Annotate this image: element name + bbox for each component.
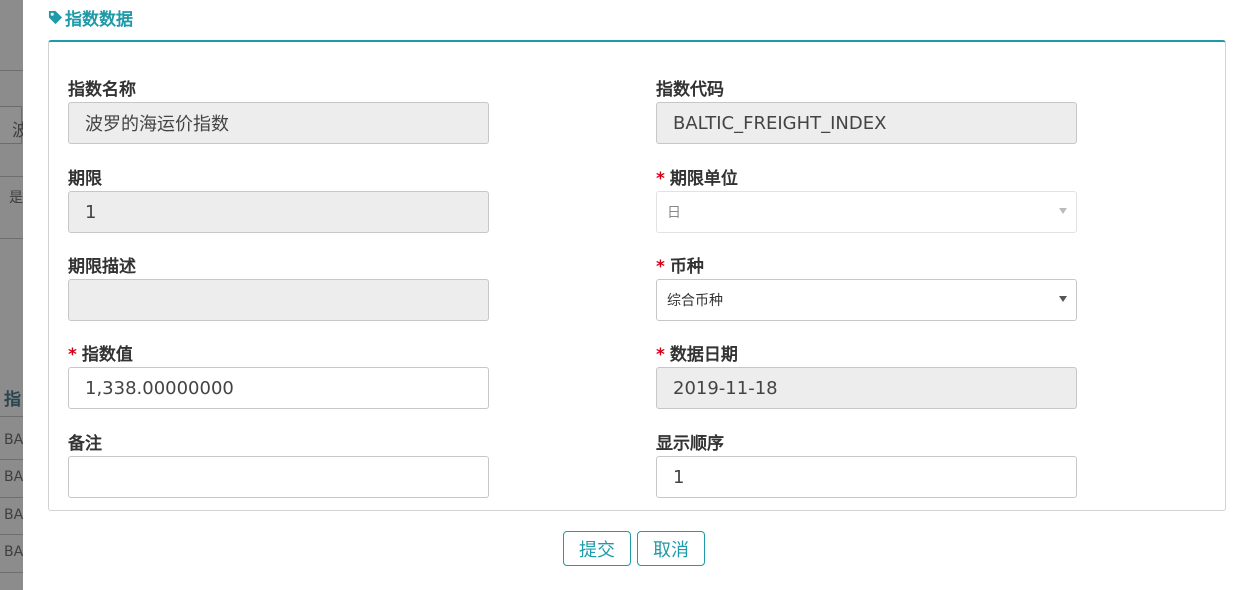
display-order-label: 显示顺序 [656, 434, 724, 454]
background-divider [0, 534, 24, 535]
required-marker: * [656, 345, 665, 365]
term-desc-input[interactable] [68, 279, 489, 321]
term-unit-value: 日 [667, 205, 681, 221]
modal-title: 指数数据 [48, 5, 133, 30]
chevron-down-icon [1059, 208, 1067, 214]
submit-button[interactable]: 提交 [563, 531, 631, 566]
tag-icon [48, 10, 63, 25]
index-value-label: * 指数值 [68, 345, 133, 365]
background-input: 波 [0, 106, 29, 144]
background-list-item: BA [4, 544, 24, 560]
required-marker: * [656, 257, 665, 277]
term-label: 期限 [68, 169, 102, 189]
background-row-text: 是 [9, 190, 23, 206]
required-marker: * [656, 169, 665, 189]
background-page: 波 是 指 BA BA BA BA [0, 0, 29, 590]
chevron-down-icon [1059, 296, 1067, 302]
data-date-input[interactable]: 2019-11-18 [656, 367, 1077, 409]
index-data-modal: 指数数据 指数名称 波罗的海运价指数 指数代码 BALTIC_FREIGHT_I… [23, 0, 1244, 590]
required-marker: * [68, 345, 77, 365]
background-divider [0, 416, 24, 417]
cancel-button[interactable]: 取消 [637, 531, 705, 566]
background-divider [0, 70, 24, 71]
index-name-label: 指数名称 [68, 80, 136, 100]
background-list-item: BA [4, 469, 24, 485]
remark-label: 备注 [68, 434, 102, 454]
form-panel: 指数名称 波罗的海运价指数 指数代码 BALTIC_FREIGHT_INDEX … [48, 40, 1226, 511]
background-list-item: BA [4, 507, 24, 523]
index-code-input[interactable]: BALTIC_FREIGHT_INDEX [656, 102, 1077, 144]
remark-input[interactable] [68, 456, 489, 498]
term-input[interactable]: 1 [68, 191, 489, 233]
background-divider [0, 238, 24, 239]
currency-value: 综合币种 [667, 293, 723, 309]
index-code-label: 指数代码 [656, 80, 724, 100]
background-divider [0, 497, 24, 498]
term-desc-label: 期限描述 [68, 257, 136, 277]
background-list-item: BA [4, 432, 24, 448]
background-divider [0, 572, 24, 573]
currency-label: * 币种 [656, 257, 704, 277]
background-section-heading: 指 [4, 390, 21, 410]
index-name-input[interactable]: 波罗的海运价指数 [68, 102, 489, 144]
data-date-label: * 数据日期 [656, 345, 738, 365]
currency-select[interactable]: 综合币种 [656, 279, 1077, 321]
index-value-input[interactable]: 1,338.00000000 [68, 367, 489, 409]
modal-title-text: 指数数据 [65, 10, 133, 30]
display-order-input[interactable]: 1 [656, 456, 1077, 498]
background-divider [0, 176, 24, 177]
background-divider [0, 459, 24, 460]
term-unit-label: * 期限单位 [656, 169, 738, 189]
term-unit-select[interactable]: 日 [656, 191, 1077, 233]
